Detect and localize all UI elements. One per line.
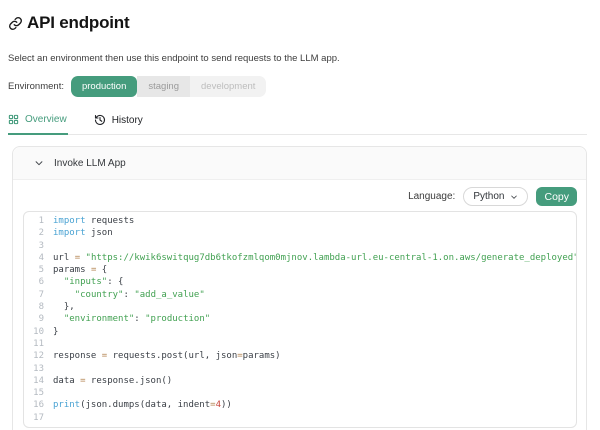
code-block: 1import requests2import json34url = "htt…: [23, 211, 577, 428]
api-endpoint-page: API endpoint Select an environment then …: [0, 0, 600, 430]
code-line: 9 "environment": "production": [24, 313, 576, 325]
chevron-down-icon: [34, 158, 44, 168]
code-line: 12response = requests.post(url, json=par…: [24, 350, 576, 362]
copy-button[interactable]: Copy: [536, 187, 577, 206]
line-number: 17: [24, 412, 44, 424]
panel-title: Invoke LLM App: [54, 158, 126, 169]
code-line: 3: [24, 240, 576, 252]
code-line: 2import json: [24, 227, 576, 239]
link-icon: [8, 16, 23, 31]
invoke-llm-app-header[interactable]: Invoke LLM App: [13, 147, 586, 180]
code-line: 4url = "https://kwik6switqug7db6tkofzmlq…: [24, 252, 576, 264]
line-number: 15: [24, 387, 44, 399]
line-number: 3: [24, 240, 44, 252]
line-number: 8: [24, 301, 44, 313]
code-line: 16print(json.dumps(data, indent=4)): [24, 399, 576, 411]
panel-body: Language: Python Copy 1import requests2i…: [13, 180, 586, 430]
select-chevron-down-icon: [510, 193, 518, 201]
language-select-value: Python: [473, 191, 504, 202]
tab-history[interactable]: History: [94, 112, 144, 134]
code-line: 15: [24, 387, 576, 399]
line-number: 1: [24, 215, 44, 227]
language-select[interactable]: Python: [463, 187, 528, 206]
env-option-production[interactable]: production: [71, 76, 137, 97]
language-label: Language:: [408, 191, 455, 202]
grid-icon: [8, 114, 19, 125]
line-number: 4: [24, 252, 44, 264]
line-number: 5: [24, 264, 44, 276]
code-line: 17: [24, 412, 576, 424]
line-number: 6: [24, 276, 44, 288]
tab-overview-label: Overview: [25, 114, 67, 125]
code-line: 13: [24, 363, 576, 375]
code-line: 10}: [24, 326, 576, 338]
page-description: Select an environment then use this endp…: [8, 53, 587, 64]
line-number: 11: [24, 338, 44, 350]
line-number: 2: [24, 227, 44, 239]
environment-selector: Environment: production staging developm…: [8, 76, 587, 97]
line-number: 16: [24, 399, 44, 411]
line-number: 13: [24, 363, 44, 375]
line-number: 9: [24, 313, 44, 325]
tab-overview[interactable]: Overview: [8, 112, 68, 135]
code-line: 5params = {: [24, 264, 576, 276]
environment-segmented-control: production staging development: [71, 76, 266, 97]
tab-history-label: History: [112, 115, 143, 126]
invoke-llm-app-card: Invoke LLM App Language: Python Copy 1im…: [12, 146, 587, 430]
page-header: API endpoint: [8, 13, 587, 33]
code-line: 6 "inputs": {: [24, 276, 576, 288]
history-icon: [94, 114, 106, 126]
line-number: 10: [24, 326, 44, 338]
code-lines: 1import requests2import json34url = "htt…: [24, 215, 576, 424]
code-line: 1import requests: [24, 215, 576, 227]
env-option-development[interactable]: development: [190, 76, 266, 97]
code-line: 7 "country": "add_a_value": [24, 289, 576, 301]
line-number: 7: [24, 289, 44, 301]
line-number: 12: [24, 350, 44, 362]
code-line: 8 },: [24, 301, 576, 313]
env-option-staging[interactable]: staging: [137, 76, 190, 97]
language-toolbar: Language: Python Copy: [23, 186, 577, 207]
page-title: API endpoint: [27, 13, 129, 33]
code-line: 14data = response.json(): [24, 375, 576, 387]
tab-bar: Overview History: [8, 112, 587, 135]
code-line: 11: [24, 338, 576, 350]
line-number: 14: [24, 375, 44, 387]
environment-label: Environment:: [8, 81, 64, 92]
